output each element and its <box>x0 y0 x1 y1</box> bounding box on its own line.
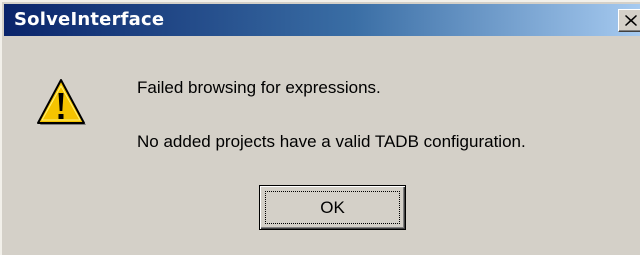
close-icon <box>625 15 637 26</box>
message-dialog: SolveInterface Failed browsing for expre… <box>0 0 640 255</box>
ok-button[interactable]: OK <box>259 185 406 230</box>
message-line-2: No added projects have a valid TADB conf… <box>137 132 526 151</box>
warning-icon <box>37 79 86 125</box>
focus-rectangle: OK <box>265 191 400 224</box>
window-title: SolveInterface <box>14 9 165 30</box>
close-button[interactable] <box>618 9 640 32</box>
ok-button-label: OK <box>320 197 345 217</box>
message-line-1: Failed browsing for expressions. <box>137 78 381 97</box>
title-bar[interactable]: SolveInterface <box>4 4 640 36</box>
